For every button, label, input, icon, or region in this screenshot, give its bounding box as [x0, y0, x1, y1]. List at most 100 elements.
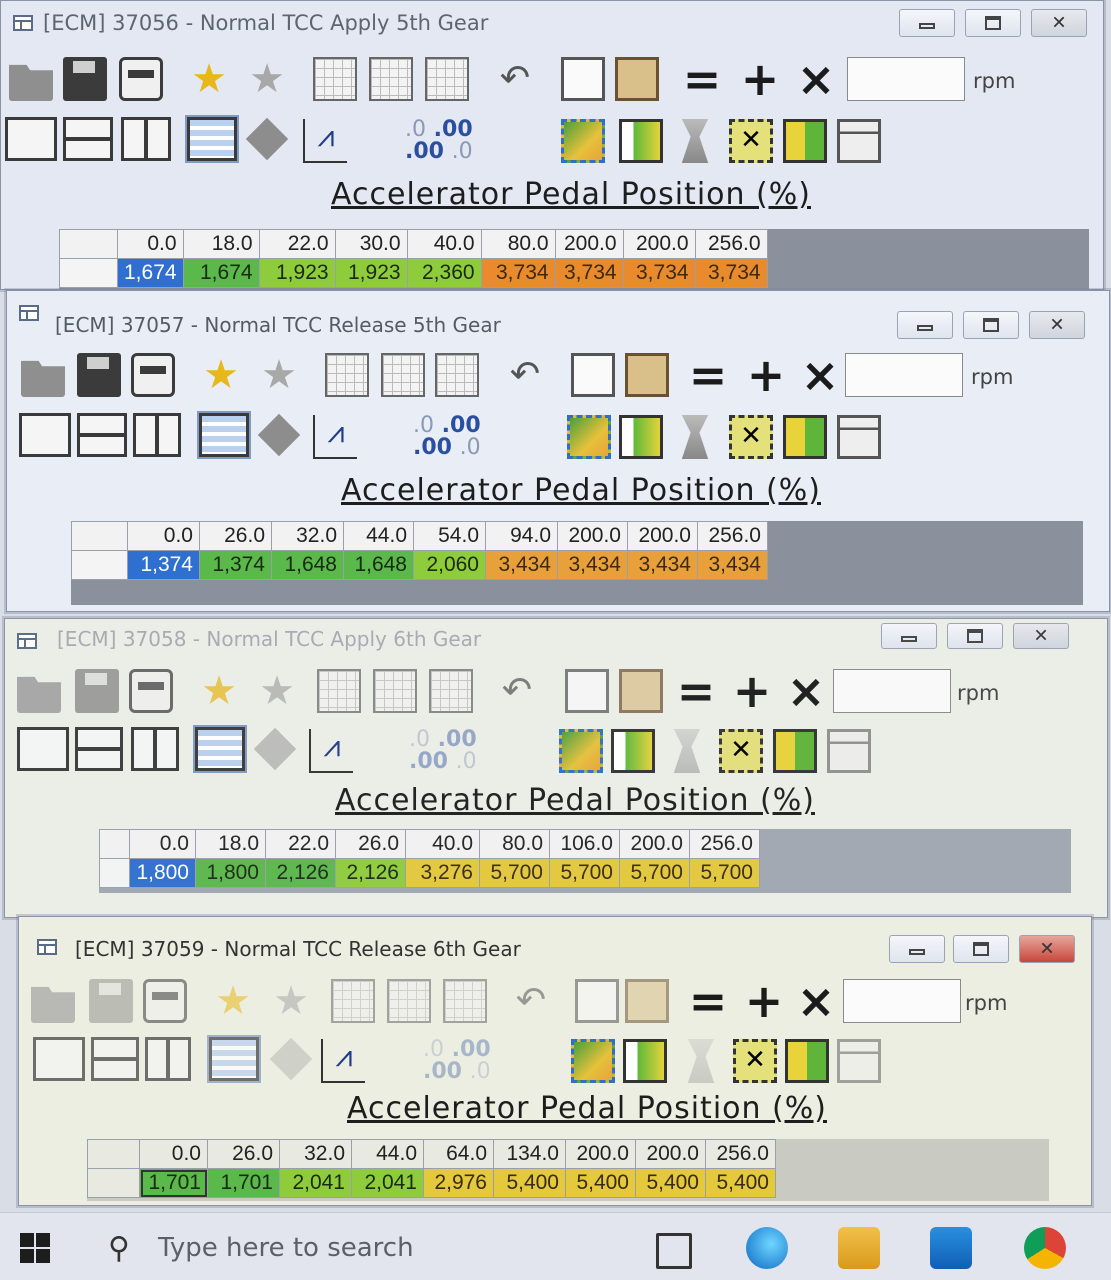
table-cell[interactable]: 1,923: [258, 258, 336, 288]
undo-icon[interactable]: ↶: [503, 353, 547, 397]
clear-icon[interactable]: [837, 415, 881, 459]
view-single-icon[interactable]: [33, 1037, 85, 1081]
select-all-icon[interactable]: [561, 119, 605, 163]
table-cell[interactable]: 2,126: [265, 858, 336, 888]
close-button[interactable]: [1019, 935, 1075, 963]
clear-icon[interactable]: [837, 119, 881, 163]
multiply-value-icon[interactable]: ×: [791, 978, 841, 1024]
table-cell[interactable]: 1,648: [343, 550, 414, 580]
view-single-icon[interactable]: [17, 727, 69, 771]
print-icon[interactable]: [119, 57, 163, 101]
decimal-places-icon[interactable]: .0 .00.00 .0: [413, 415, 523, 459]
smooth-icon[interactable]: [619, 119, 663, 163]
value-input[interactable]: [847, 57, 965, 101]
maximize-button[interactable]: [963, 311, 1019, 339]
table-cell[interactable]: 3,434: [627, 550, 698, 580]
minimize-button[interactable]: [889, 935, 945, 963]
table-grid-icon[interactable]: [325, 353, 369, 397]
file-explorer-icon[interactable]: [838, 1227, 880, 1269]
flatten-icon[interactable]: [681, 415, 709, 459]
add-value-icon[interactable]: +: [739, 978, 789, 1024]
undo-icon[interactable]: ↶: [493, 57, 537, 101]
clear-icon[interactable]: [837, 1039, 881, 1083]
flatten-icon[interactable]: [673, 729, 701, 773]
table-cell[interactable]: 5,400: [493, 1168, 566, 1198]
view-split-vertical-icon[interactable]: [145, 1037, 191, 1081]
copy-icon[interactable]: [561, 57, 605, 101]
table-cell[interactable]: 5,700: [619, 858, 690, 888]
view-table-icon[interactable]: [193, 725, 247, 773]
fill-icon[interactable]: [783, 119, 827, 163]
table-cell[interactable]: 3,276: [405, 858, 480, 888]
table-cell[interactable]: 1,674: [117, 258, 184, 288]
title-bar[interactable]: [ECM] 37057 - Normal TCC Release 5th Gea…: [7, 291, 1109, 339]
view-split-horizontal-icon[interactable]: [75, 727, 123, 771]
view-split-vertical-icon[interactable]: [131, 727, 179, 771]
multiply-value-icon[interactable]: ×: [795, 352, 845, 398]
add-value-icon[interactable]: +: [735, 56, 785, 102]
table-grid-icon[interactable]: [381, 353, 425, 397]
decimal-places-icon[interactable]: .0 .00.00 .0: [405, 119, 515, 163]
3d-view-icon[interactable]: [253, 727, 297, 771]
table-cell[interactable]: 3,434: [485, 550, 558, 580]
add-favorite-icon[interactable]: ★: [187, 57, 231, 101]
table-cell[interactable]: 1,674: [182, 258, 260, 288]
select-all-icon[interactable]: [567, 415, 611, 459]
edge-browser-icon[interactable]: [746, 1227, 788, 1269]
table-cell[interactable]: 3,734: [480, 258, 556, 288]
table-cell[interactable]: 1,800: [195, 858, 266, 888]
close-button[interactable]: [1031, 9, 1087, 37]
select-all-icon[interactable]: [571, 1039, 615, 1083]
add-favorite-icon[interactable]: ★: [199, 353, 243, 397]
table-cell[interactable]: 2,126: [335, 858, 406, 888]
graph-icon[interactable]: ⩘: [303, 119, 347, 163]
view-split-vertical-icon[interactable]: [121, 117, 171, 161]
table-cell[interactable]: 5,700: [689, 858, 760, 888]
table-cell[interactable]: 5,700: [479, 858, 550, 888]
remove-favorite-icon[interactable]: ★: [257, 353, 301, 397]
table-cell[interactable]: 1,701: [207, 1168, 280, 1198]
flatten-icon[interactable]: [681, 119, 709, 163]
table-grid-icon[interactable]: [425, 57, 469, 101]
table-cell[interactable]: 1,800: [129, 858, 196, 888]
graph-icon[interactable]: ⩘: [313, 415, 357, 459]
table-window-37059[interactable]: [ECM] 37059 - Normal TCC Release 6th Gea…: [18, 916, 1092, 1206]
set-value-icon[interactable]: =: [671, 668, 721, 714]
value-input[interactable]: [833, 669, 951, 713]
print-icon[interactable]: [131, 353, 175, 397]
add-value-icon[interactable]: +: [727, 668, 777, 714]
flatten-icon[interactable]: [687, 1039, 715, 1083]
paste-icon[interactable]: [615, 57, 659, 101]
3d-view-icon[interactable]: [269, 1037, 313, 1081]
table-grid-icon[interactable]: [313, 57, 357, 101]
add-value-icon[interactable]: +: [741, 352, 791, 398]
3d-view-icon[interactable]: [257, 413, 301, 457]
table-cell[interactable]: 2,041: [351, 1168, 424, 1198]
interpolate-icon[interactable]: ✕: [729, 119, 773, 163]
table-cell[interactable]: 3,734: [694, 258, 768, 288]
interpolate-icon[interactable]: ✕: [719, 729, 763, 773]
task-view-icon[interactable]: [656, 1233, 692, 1269]
close-button[interactable]: [1013, 623, 1069, 649]
copy-icon[interactable]: [571, 353, 615, 397]
table-cell[interactable]: 1,374: [127, 550, 200, 580]
maximize-button[interactable]: [965, 9, 1021, 37]
table-cell[interactable]: 1,648: [271, 550, 344, 580]
title-bar[interactable]: [ECM] 37059 - Normal TCC Release 6th Gea…: [19, 917, 1091, 963]
set-value-icon[interactable]: =: [677, 56, 727, 102]
view-split-horizontal-icon[interactable]: [77, 413, 127, 457]
table-grid-icon[interactable]: [369, 57, 413, 101]
multiply-value-icon[interactable]: ×: [791, 56, 841, 102]
table-window-37056[interactable]: [ECM] 37056 - Normal TCC Apply 5th Gear …: [0, 0, 1104, 290]
remove-favorite-icon[interactable]: ★: [245, 57, 289, 101]
table-cell[interactable]: 2,976: [423, 1168, 494, 1198]
fill-icon[interactable]: [783, 415, 827, 459]
3d-view-icon[interactable]: [245, 117, 289, 161]
table-cell[interactable]: 5,400: [565, 1168, 636, 1198]
table-window-37058[interactable]: [ECM] 37058 - Normal TCC Apply 6th Gear …: [4, 618, 1108, 918]
smooth-icon[interactable]: [623, 1039, 667, 1083]
mail-icon[interactable]: [930, 1227, 972, 1269]
table-window-37057[interactable]: [ECM] 37057 - Normal TCC Release 5th Gea…: [6, 290, 1110, 612]
open-folder-icon[interactable]: [21, 360, 65, 397]
table-cell[interactable]: 3,734: [554, 258, 624, 288]
